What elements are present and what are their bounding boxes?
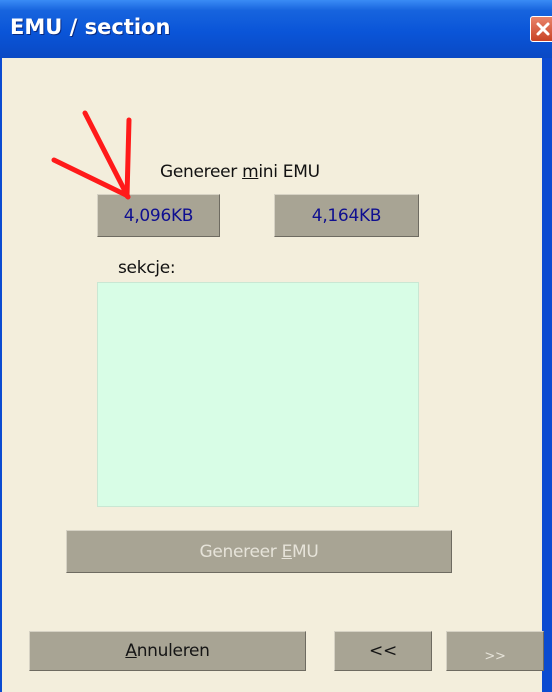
back-button-label: << [369,641,397,661]
window-title: EMU / section [10,15,171,39]
generate-emu-button-label: Genereer EMU [199,541,319,562]
size-button-4164kb-label: 4,164KB [311,205,382,226]
generate-emu-button[interactable]: Genereer EMU [66,530,452,573]
size-button-4164kb[interactable]: 4,164KB [274,194,419,237]
close-icon [536,22,550,36]
next-button-label: >> [484,648,506,664]
sections-label: sekcje: [118,258,176,278]
sections-listbox[interactable] [97,282,419,507]
cancel-button-label: Annuleren [125,641,210,661]
window-border-right [542,58,552,692]
cancel-button[interactable]: Annuleren [29,631,306,671]
size-button-4096kb-label: 4,096KB [123,205,194,226]
close-button[interactable] [530,16,552,42]
window-titlebar[interactable]: EMU / section [0,0,552,58]
back-button[interactable]: << [334,631,432,671]
window-border-left [0,58,2,692]
size-button-4096kb[interactable]: 4,096KB [97,194,220,237]
next-button[interactable]: >> [446,631,544,671]
mini-emu-label: Genereer mini EMU [160,162,320,182]
